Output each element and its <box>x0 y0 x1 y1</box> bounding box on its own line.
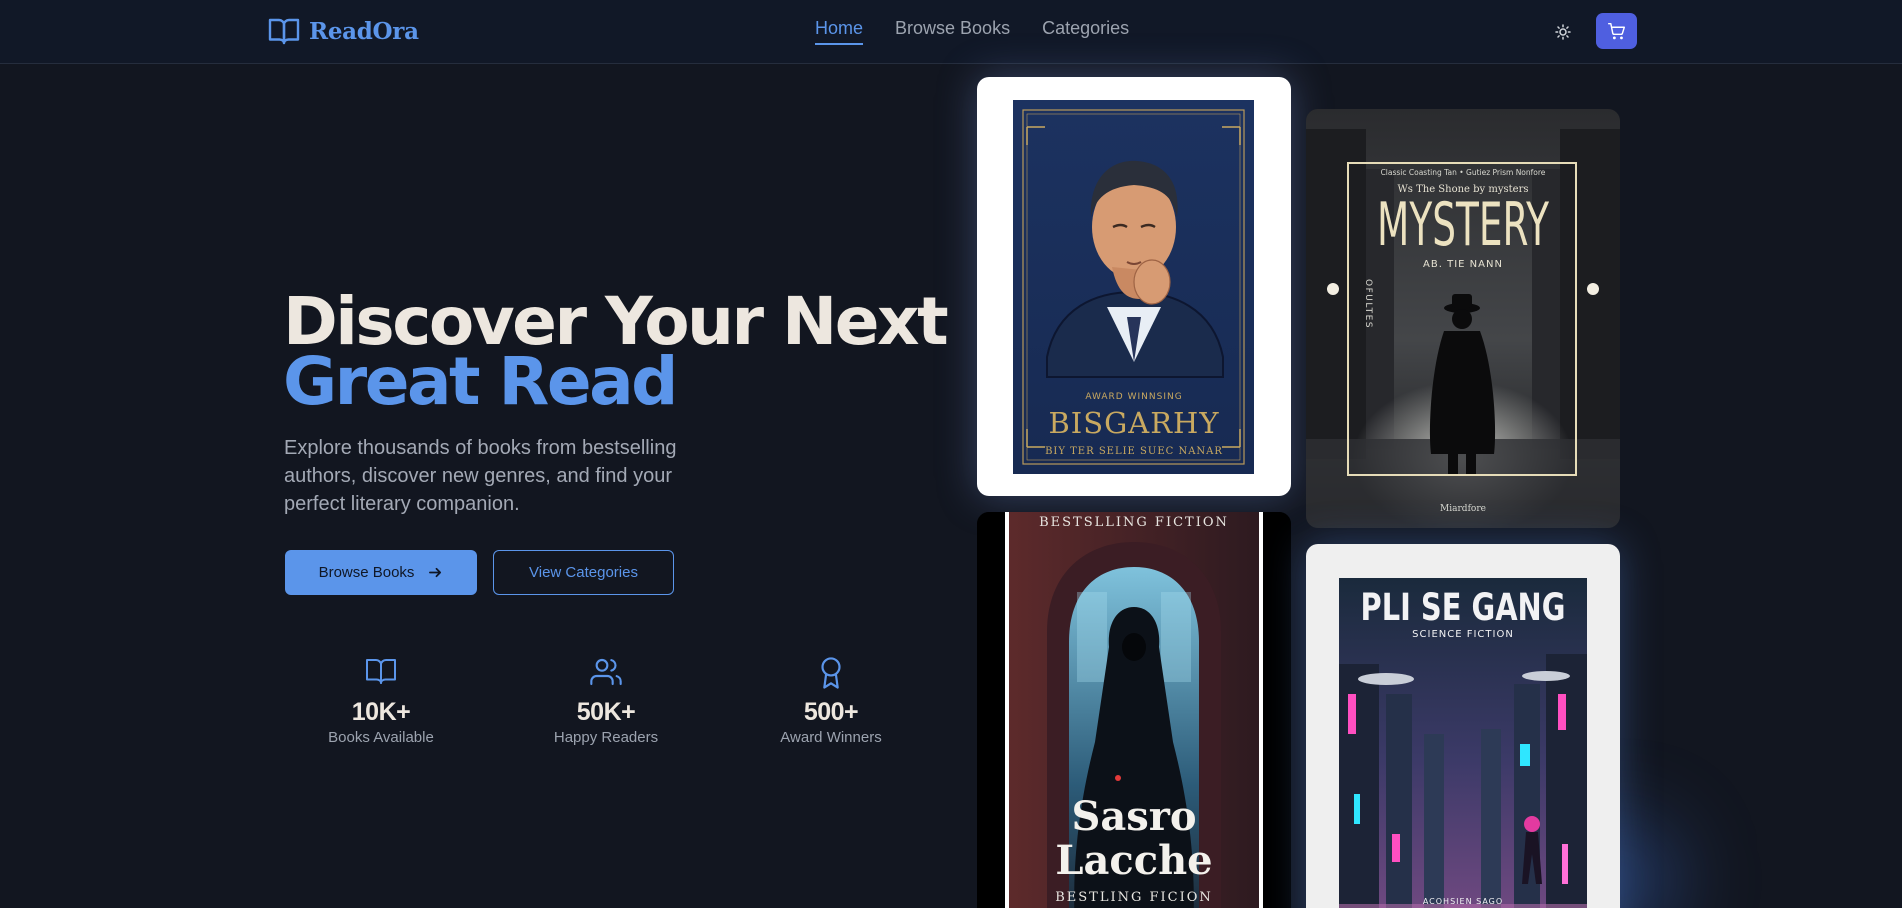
book-cover-biography: AWARD WINNSING BISGARHY BIY TER SELIE SU… <box>1013 100 1254 474</box>
book-cover-fiction: BESTSLLING FICTION Sasro Lacche BESTLING… <box>977 512 1291 908</box>
stat-awards: 500+ Award Winners <box>731 656 931 746</box>
book-2-title: MYSTERY <box>1377 190 1549 260</box>
stat-readers: 50K+ Happy Readers <box>506 656 706 746</box>
brand-logo[interactable]: ReadOra <box>268 15 419 47</box>
stat-books: 10K+ Books Available <box>281 656 481 746</box>
theme-toggle-button[interactable] <box>1552 21 1574 43</box>
nav-home[interactable]: Home <box>815 18 864 45</box>
users-icon <box>506 656 706 692</box>
book-2-top-text: Classic Coasting Tan • Gutiez Prism Nonf… <box>1381 168 1546 177</box>
book-2-footer: Miardfore <box>1440 504 1486 514</box>
navbar: ReadOra Home Browse Books Categories <box>0 0 1902 64</box>
open-book-icon <box>268 17 300 45</box>
nav-browse-books[interactable]: Browse Books <box>895 18 1010 45</box>
book-cover-scifi: PLI SE GANG SCIENCE FICTION ACOHSIEN SAG… <box>1339 578 1587 908</box>
book-3-footer: BESTLING FICION <box>1055 890 1213 905</box>
book-1-subtitle: BIY TER SELIE SUEC NANAR <box>1045 446 1223 457</box>
browse-books-button[interactable]: Browse Books <box>285 550 477 595</box>
main-nav: Home Browse Books Categories <box>815 18 1129 45</box>
nav-categories[interactable]: Categories <box>1042 18 1129 45</box>
view-categories-button-label: View Categories <box>529 564 638 581</box>
stat-label: Books Available <box>328 729 434 746</box>
hero-subtitle: Explore thousands of books from bestsell… <box>284 437 677 515</box>
brand-name: ReadOra <box>309 17 419 45</box>
book-4-subtitle: SCIENCE FICTION <box>1412 629 1514 640</box>
arrow-right-icon <box>429 567 442 578</box>
book-icon <box>281 656 481 692</box>
stat-label: Award Winners <box>780 729 882 746</box>
book-1-top-text: AWARD WINNSING <box>1085 392 1182 402</box>
book-4-footer: ACOHSIEN SAGO <box>1423 897 1503 906</box>
book-1-title: BISGARHY <box>1048 406 1219 440</box>
book-2-side-text: OFULTES <box>1363 279 1373 329</box>
cart-icon <box>1608 22 1625 39</box>
stat-value: 50K+ <box>576 698 636 726</box>
book-4-title: PLI SE GANG <box>1361 585 1566 629</box>
stat-label: Happy Readers <box>553 729 659 746</box>
award-icon <box>731 656 931 692</box>
book-3-top-text: BESTSLLING FICTION <box>1039 515 1229 530</box>
sun-icon <box>1555 24 1571 40</box>
book-2-author: AB. TIE NANN <box>1423 259 1503 270</box>
book-3-title-line1: Sasro <box>1071 793 1196 840</box>
book-cover-mystery: Classic Coasting Tan • Gutiez Prism Nonf… <box>1306 109 1620 528</box>
stat-value: 10K+ <box>351 698 411 726</box>
book-card-mystery[interactable]: Classic Coasting Tan • Gutiez Prism Nonf… <box>1306 109 1620 528</box>
hero-title-highlight: Great Read <box>283 343 678 420</box>
book-card-fiction[interactable]: BESTSLLING FICTION Sasro Lacche BESTLING… <box>977 512 1291 908</box>
book-card-biography[interactable]: AWARD WINNSING BISGARHY BIY TER SELIE SU… <box>977 77 1291 496</box>
book-3-title-line2: Lacche <box>1055 837 1212 884</box>
hero-title: Discover Your Next Great Read <box>283 289 949 420</box>
stat-value: 500+ <box>803 698 859 726</box>
view-categories-button[interactable]: View Categories <box>493 550 674 595</box>
cart-button[interactable] <box>1596 13 1637 49</box>
book-card-scifi[interactable]: PLI SE GANG SCIENCE FICTION ACOHSIEN SAG… <box>1306 544 1620 908</box>
browse-books-button-label: Browse Books <box>318 564 415 581</box>
